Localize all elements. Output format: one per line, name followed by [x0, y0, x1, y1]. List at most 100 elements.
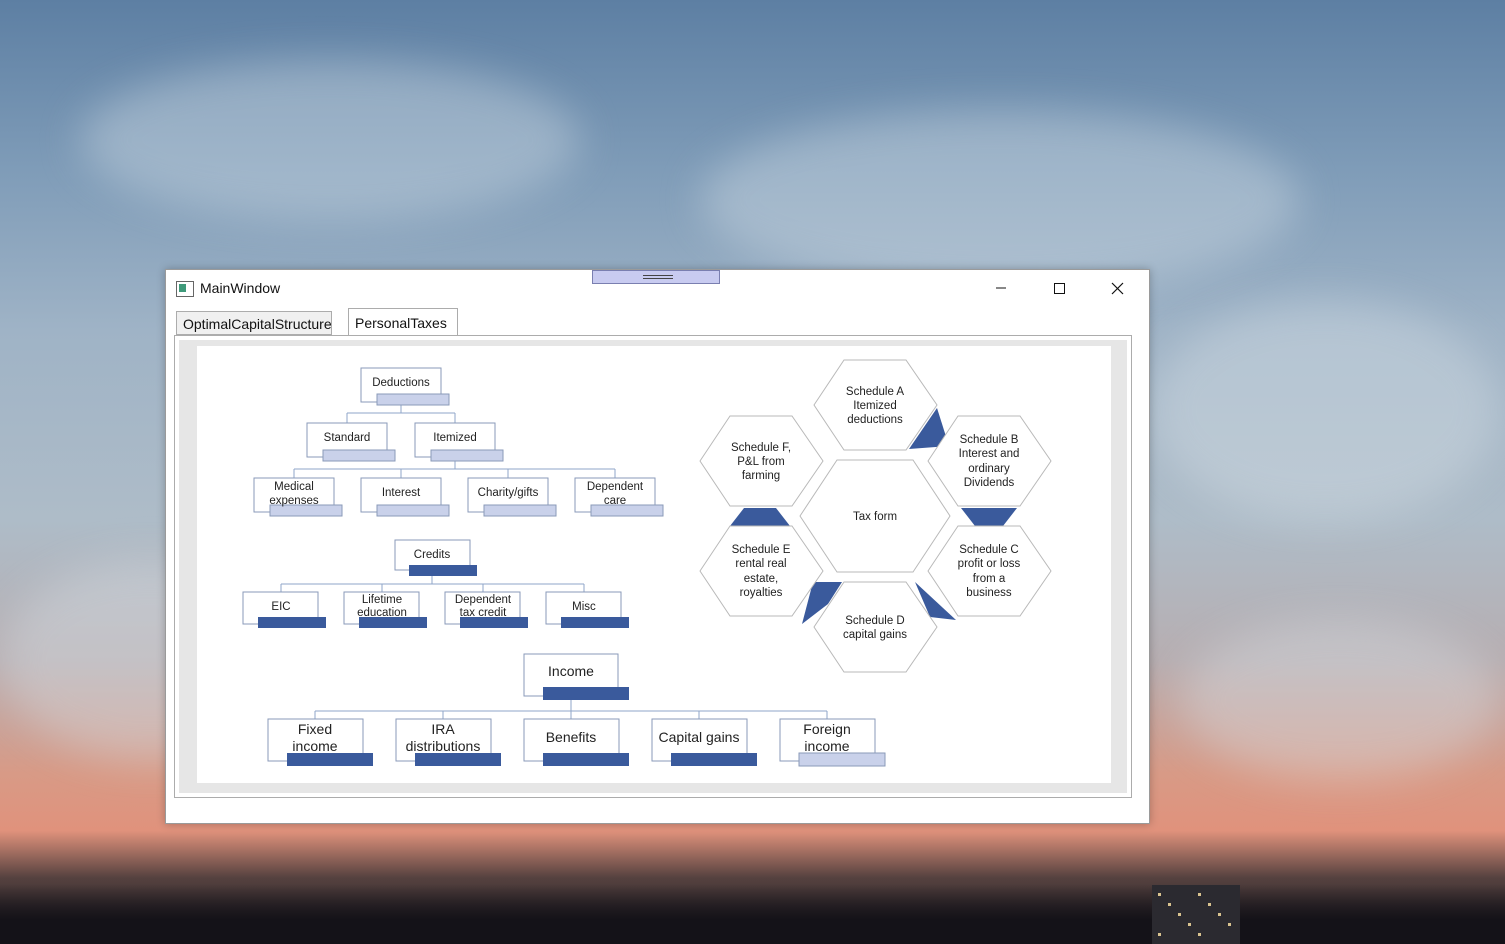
dependent-care-label-1: Dependent — [587, 481, 644, 493]
dependent-care-bar — [590, 504, 664, 517]
fixed-income-label-1: Fixed — [298, 721, 332, 737]
tab-optimal-capital-structure[interactable]: OptimalCapitalStructure — [176, 311, 332, 335]
schedule-b-label-2: Interest and — [959, 448, 1020, 460]
medical-expenses-label-1: Medical — [274, 481, 314, 493]
app-icon — [176, 281, 194, 297]
tower-window-light — [1218, 913, 1221, 916]
tower-window-light — [1168, 903, 1171, 906]
deductions-tree: Deductions Standard Itemized Medical exp… — [253, 367, 664, 517]
credits-label: Credits — [414, 549, 451, 561]
income-tree: Income Fixed income IRA distributions Be… — [267, 653, 886, 767]
credits-bar — [409, 565, 477, 576]
cloud — [1180, 620, 1500, 780]
tower-window-light — [1188, 923, 1191, 926]
income-label: Income — [548, 663, 594, 679]
tower-window-light — [1158, 933, 1161, 936]
tower-window-light — [1198, 933, 1201, 936]
foreign-income-label-1: Foreign — [803, 721, 850, 737]
itemized-bar — [430, 449, 504, 462]
schedule-a-label-1: Schedule A — [846, 386, 905, 398]
maximize-icon — [1054, 283, 1065, 294]
benefits-bar — [543, 753, 629, 766]
maximize-button[interactable] — [1036, 272, 1082, 304]
tower-window-light — [1198, 893, 1201, 896]
schedule-a-label-2: Itemized — [853, 400, 896, 412]
schedule-d-label-1: Schedule D — [845, 615, 904, 627]
panel-scroll-area: Deductions Standard Itemized Medical exp… — [179, 340, 1127, 793]
interest-label: Interest — [382, 487, 421, 499]
main-window: MainWindow OptimalCapitalStructure Perso… — [165, 269, 1150, 824]
schedule-b-label-3: ordinary — [968, 463, 1010, 475]
ira-distributions-bar — [415, 753, 501, 766]
connector-e-f — [730, 508, 790, 526]
tab-personal-taxes[interactable]: PersonalTaxes — [348, 308, 458, 336]
tower-window-light — [1178, 913, 1181, 916]
minimize-icon — [996, 287, 1006, 289]
window-title: MainWindow — [200, 280, 281, 296]
charity-gifts-bar — [483, 504, 557, 517]
drag-grip-handle[interactable] — [592, 270, 720, 284]
fixed-income-label-2: income — [292, 738, 337, 754]
schedule-f-label-2: P&L from — [737, 456, 785, 468]
cloud — [700, 110, 1300, 290]
cloud — [1150, 300, 1500, 520]
income-bar — [543, 687, 629, 700]
credits-tree: Credits EIC Lifetime education Dependent… — [242, 539, 629, 628]
title-bar[interactable]: MainWindow — [166, 270, 1149, 306]
deductions-label: Deductions — [372, 377, 430, 389]
ira-distributions-label-2: distributions — [406, 738, 481, 754]
city-skyline — [0, 884, 1505, 944]
ira-distributions-label-1: IRA — [431, 721, 455, 737]
standard-label: Standard — [324, 432, 371, 444]
tower-building — [1152, 885, 1240, 944]
tower-window-light — [1208, 903, 1211, 906]
tower-window-light — [1228, 923, 1231, 926]
schedule-e-label-3: estate, — [744, 573, 779, 585]
hex-schedule-b — [927, 415, 1052, 507]
schedule-b-label-1: Schedule B — [960, 434, 1019, 446]
lifetime-education-label-1: Lifetime — [362, 594, 402, 606]
standard-bar — [322, 449, 396, 462]
schedule-c-label-2: profit or loss — [958, 558, 1021, 570]
hex-schedule-c — [927, 525, 1052, 617]
minimize-button[interactable] — [978, 272, 1024, 304]
misc-label: Misc — [572, 601, 596, 613]
tower-window-light — [1158, 893, 1161, 896]
tax-diagram-canvas: Deductions Standard Itemized Medical exp… — [197, 346, 1111, 783]
cloud — [80, 60, 580, 220]
schedule-e-label-1: Schedule E — [732, 544, 791, 556]
connector-b-c — [961, 508, 1017, 526]
schedule-a-label-3: deductions — [847, 414, 903, 426]
hex-schedule-e — [699, 525, 824, 617]
schedule-d-label-2: capital gains — [843, 629, 907, 641]
benefits-label: Benefits — [546, 729, 597, 745]
foreign-income-label-2: income — [804, 738, 849, 754]
tax-form-label: Tax form — [853, 511, 897, 523]
close-button[interactable] — [1094, 272, 1140, 304]
deductions-bar — [376, 393, 450, 406]
misc-bar — [561, 617, 629, 628]
dependent-care-label-2: care — [604, 495, 626, 507]
close-icon — [1111, 282, 1124, 295]
eic-bar — [258, 617, 326, 628]
capital-gains-label: Capital gains — [659, 729, 740, 745]
dependent-tax-credit-label-2: tax credit — [460, 607, 507, 619]
schedule-c-label-3: from a — [973, 573, 1006, 585]
income-connectors — [314, 700, 828, 719]
eic-label: EIC — [271, 601, 290, 613]
tax-form-hexagons: Tax form Schedule A Itemized deductions … — [699, 359, 1052, 673]
schedule-b-label-4: Dividends — [964, 477, 1015, 489]
medical-expenses-label-2: expenses — [269, 495, 318, 507]
tab-panel-personal-taxes: Deductions Standard Itemized Medical exp… — [174, 335, 1132, 798]
foreign-income-bar — [798, 752, 886, 767]
interest-bar — [376, 504, 450, 517]
fixed-income-bar — [287, 753, 373, 766]
itemized-label: Itemized — [433, 432, 476, 444]
tax-diagram: Deductions Standard Itemized Medical exp… — [242, 359, 1052, 767]
schedule-e-label-4: royalties — [740, 587, 783, 599]
charity-gifts-label: Charity/gifts — [478, 487, 539, 499]
schedule-f-label-3: farming — [742, 470, 780, 482]
capital-gains-bar — [671, 753, 757, 766]
schedule-c-label-4: business — [966, 587, 1012, 599]
schedule-f-label-1: Schedule F, — [731, 442, 791, 454]
